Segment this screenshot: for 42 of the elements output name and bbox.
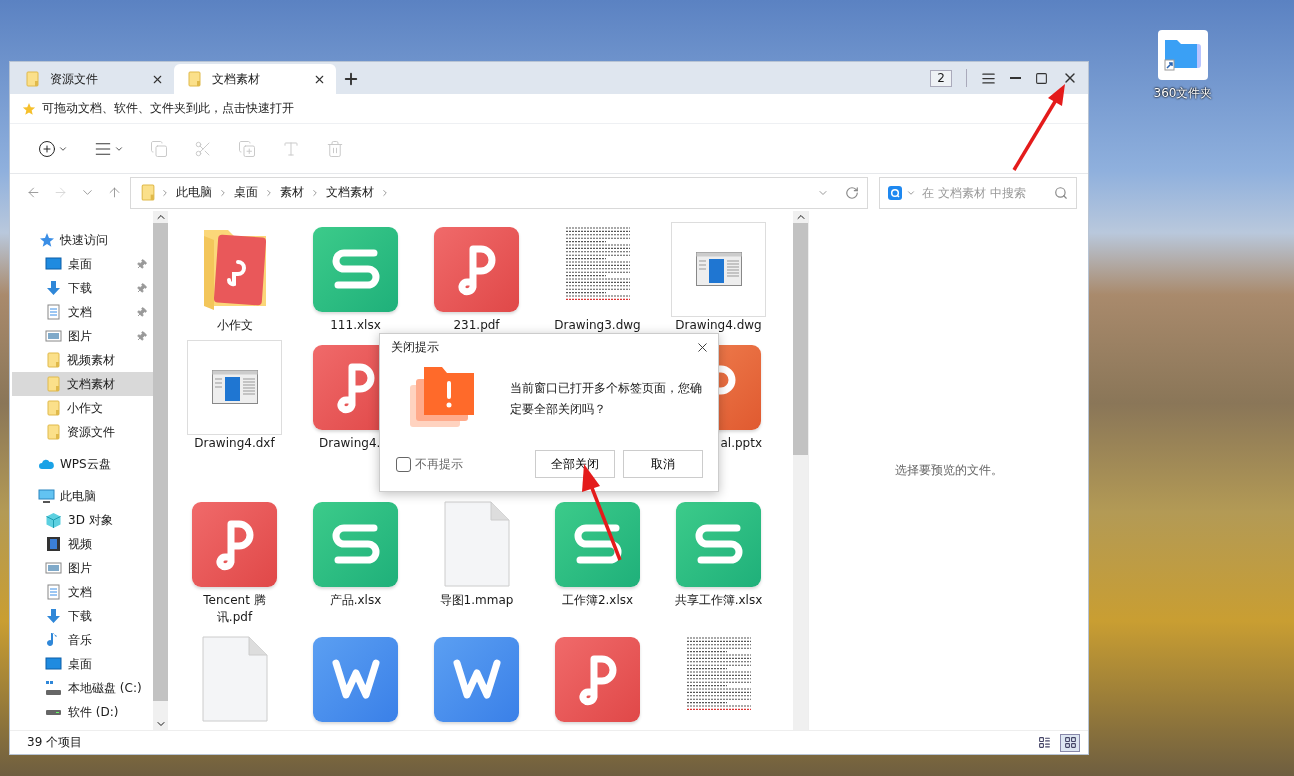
file-name: 111.xlsx <box>330 317 381 334</box>
file-name: Drawing4.dxf <box>194 435 275 452</box>
sidebar-label: WPS云盘 <box>60 455 111 473</box>
sidebar-label: 视频素材 <box>67 351 116 369</box>
sidebar-label: 图片 <box>68 327 93 345</box>
file-name: 共享工作簿.xlsx <box>674 592 763 609</box>
sidebar-label: 本地磁盘 (C:) <box>68 679 143 697</box>
sidebar-label: 文档 <box>68 303 93 321</box>
sidebar-label: 软件 (D:) <box>68 703 120 721</box>
desktop-icon-label: 360文件夹 <box>1153 85 1213 102</box>
file-name: 工作簿2.xlsx <box>561 592 634 609</box>
file-name: Drawing3.dwg <box>554 317 641 334</box>
sidebar-label: 快速访问 <box>60 231 108 249</box>
quick-access-hint: 可拖动文档、软件、文件夹到此，点击快速打开 <box>42 100 294 117</box>
dialog-message: 当前窗口已打开多个标签页面，您确定要全部关闭吗？ <box>510 380 703 418</box>
sidebar-label: 此电脑 <box>60 487 96 505</box>
sidebar-label: 下载 <box>68 279 93 297</box>
sidebar-label: 桌面 <box>68 655 93 673</box>
preview-message: 选择要预览的文件。 <box>894 462 1003 479</box>
sidebar-label: 资源文件 <box>67 423 116 441</box>
file-name: Drawing4.dwg <box>675 317 762 334</box>
sidebar-label: 视频 <box>68 535 93 553</box>
sidebar-label: 文档 <box>68 583 93 601</box>
sidebar-label: 图片 <box>68 559 93 577</box>
sidebar-label: 小作文 <box>67 399 104 417</box>
dialog-title: 关闭提示 <box>391 339 439 356</box>
sidebar-label: 3D 对象 <box>68 511 114 529</box>
file-name: 导图1.mmap <box>439 592 514 609</box>
tab-label: 资源文件 <box>50 70 99 88</box>
sidebar-label: 文档素材 <box>67 375 116 393</box>
file-name: 小作文 <box>216 317 253 334</box>
sidebar-label: 音乐 <box>68 631 93 649</box>
file-name: 产品.xlsx <box>329 592 382 609</box>
item-count: 39 个项目 <box>27 734 83 751</box>
tab-count: 2 <box>930 69 952 87</box>
file-name: 231.pdf <box>453 317 500 334</box>
sidebar-label: 下载 <box>68 607 93 625</box>
file-name: Drawing4. <box>319 435 381 452</box>
file-name: al.pptx <box>720 435 762 452</box>
tab-label: 文档素材 <box>212 70 261 88</box>
sidebar-label: 桌面 <box>68 255 93 273</box>
file-name: Tencent 腾讯.pdf <box>202 592 267 626</box>
